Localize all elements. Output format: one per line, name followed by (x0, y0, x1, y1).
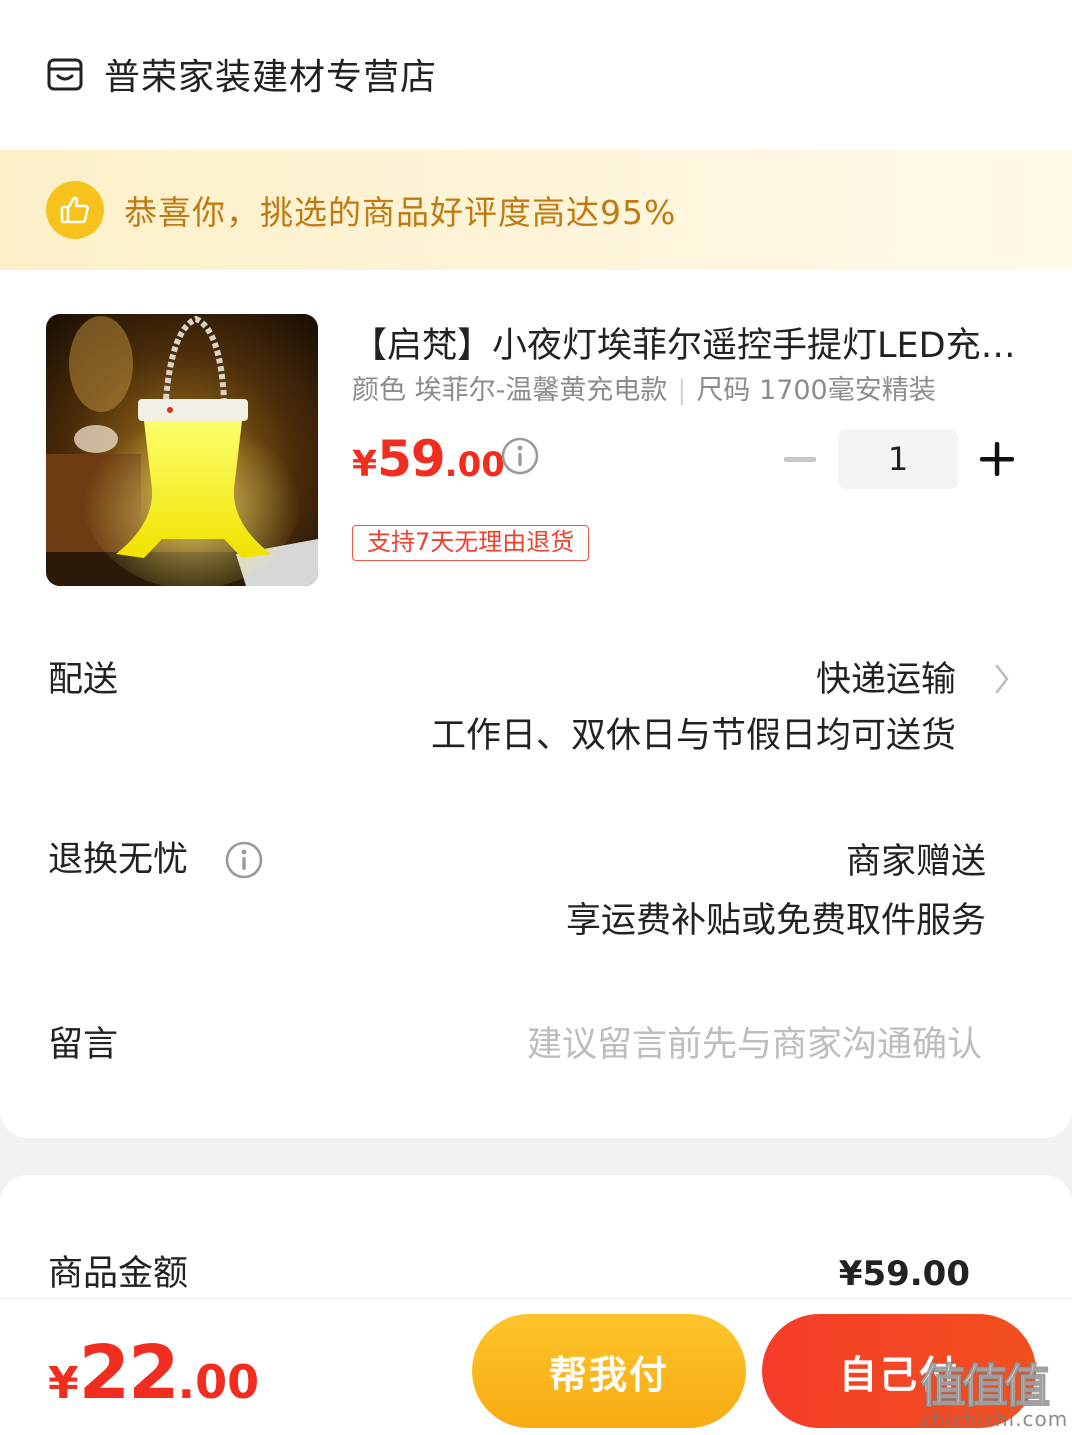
spec-divider: | (677, 375, 687, 406)
minus-icon (784, 457, 816, 462)
return-service-provider: 商家赠送 (845, 842, 986, 882)
total-integer: 22 (78, 1330, 180, 1416)
return-service-desc: 享运费补贴或免费取件服务 (565, 901, 986, 941)
return-service-label: 退换无忧 (48, 840, 189, 880)
thumbs-up-icon (46, 181, 104, 239)
quantity-input[interactable]: 1 (838, 429, 958, 489)
plus-icon (980, 442, 1014, 476)
delivery-method[interactable]: 快递运输 (816, 656, 956, 704)
store-name: 普荣家装建材专营店 (104, 57, 438, 98)
help-pay-button[interactable]: 帮我付 (472, 1314, 746, 1428)
watermark: 值值值 zhizhizhi.com (880, 1350, 1070, 1435)
spec-color: 颜色 埃菲尔-温馨黄充电款 (352, 375, 668, 406)
delivery-note: 工作日、双休日与节假日均可送货 (430, 716, 956, 756)
watermark-url: zhizhizhi.com (920, 1407, 1069, 1431)
store-header[interactable]: 普荣家装建材专营店 (0, 0, 1072, 148)
goods-amount-label: 商品金额 (48, 1254, 189, 1294)
praise-text: 恭喜你，挑选的商品好评度高达95% (124, 193, 677, 232)
quantity-decrease-button[interactable] (778, 438, 822, 482)
price-decimal: .00 (444, 445, 505, 485)
message-label: 留言 (48, 1025, 119, 1065)
message-input[interactable]: 建议留言前先与商家沟通确认 (527, 1021, 982, 1069)
delivery-label: 配送 (48, 660, 119, 700)
praise-banner: 恭喜你，挑选的商品好评度高达95% (0, 150, 1072, 270)
total-price: ¥22.00 (48, 1330, 259, 1420)
product-title[interactable]: 【启梵】小夜灯埃菲尔遥控手提灯LED充电款 (352, 322, 1022, 370)
info-icon[interactable] (224, 840, 264, 880)
spec-size: 尺码 1700毫安精装 (696, 375, 936, 406)
price-integer: 59 (377, 430, 446, 488)
price-symbol: ¥ (352, 444, 378, 485)
product-price: ¥59.00 (352, 430, 505, 490)
info-icon[interactable] (500, 436, 540, 476)
quantity-increase-button[interactable] (974, 436, 1020, 482)
total-symbol: ¥ (48, 1358, 79, 1409)
store-icon (47, 58, 83, 91)
total-decimal: .00 (177, 1355, 260, 1409)
goods-amount-value: ¥59.00 (838, 1254, 970, 1294)
product-image[interactable] (46, 314, 318, 586)
return-policy-tag: 支持7天无理由退货 (352, 525, 590, 561)
product-spec[interactable]: 颜色 埃菲尔-温馨黄充电款 | 尺码 1700毫安精装 (352, 372, 936, 410)
chevron-right-icon[interactable] (992, 662, 1012, 696)
